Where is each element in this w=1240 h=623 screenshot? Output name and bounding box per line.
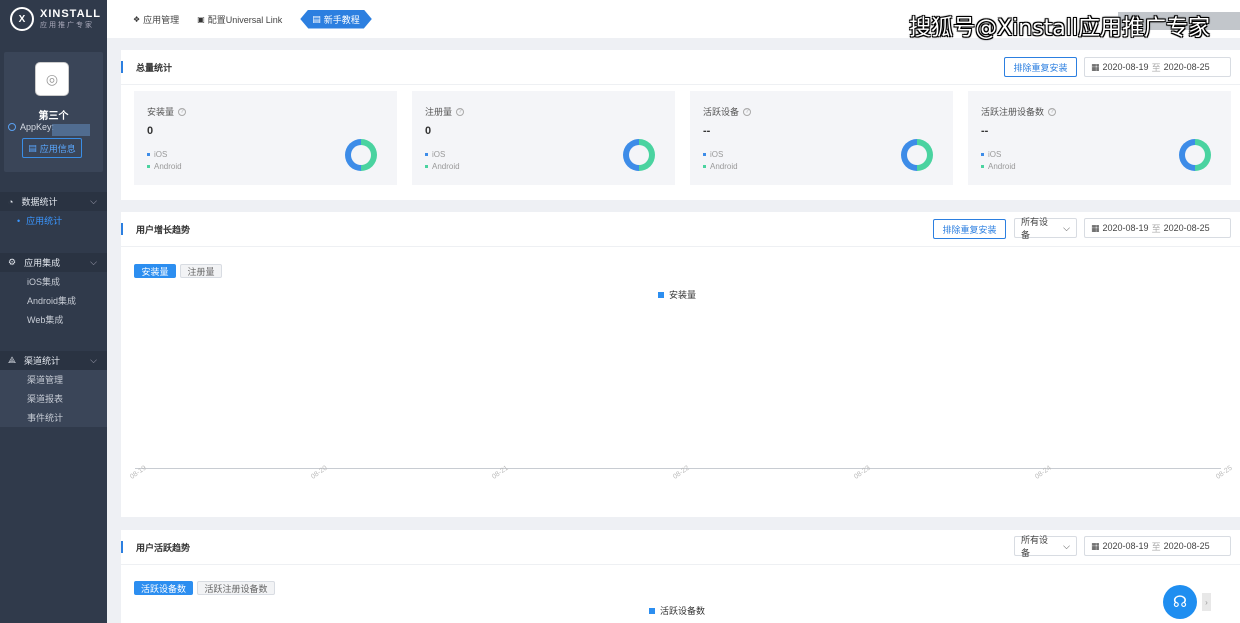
brand-name: XINSTALL [40,8,101,20]
donut-chart [901,139,933,171]
sidebar-item-android[interactable]: Android集成 [0,291,107,310]
chevron-down-icon: ⌵ [1063,540,1070,551]
tab-registrations[interactable]: 注册量 [180,264,222,278]
nav-universal-link[interactable]: ▣ 配置Universal Link [197,13,282,26]
stat-value: 0 [425,125,432,137]
chart-legend[interactable]: 活跃设备数 [649,604,705,617]
watermark: 搜狐号@Xinstall应用推广专家 [909,16,1210,41]
total-stats-panel: 总量统计 排除重复安装 ▦ 2020-08-19 至 2020-08-25 安装… [120,50,1240,200]
pie-chart-icon: ◔ [8,196,14,207]
share-icon: ⟁ [8,355,17,365]
x-tick-label: 08-19 [129,464,148,481]
sidebar-item-event-stats[interactable]: 事件统计 [0,408,107,427]
tab-active-devices[interactable]: 活跃设备数 [134,581,193,595]
tab-active-registered[interactable]: 活跃注册设备数 [197,581,275,595]
headset-icon: ☊ [1172,594,1188,611]
x-axis [135,468,1221,469]
nav-tutorial[interactable]: ▤ 新手教程 [300,10,372,29]
nav-app-manage[interactable]: ❖ 应用管理 [133,13,179,26]
brand-logo[interactable]: X XINSTALL 应用推广专家 [0,0,107,38]
device-select[interactable]: 所有设备 ⌵ [1014,217,1077,240]
stat-card-active-registered: 活跃注册设备数? -- iOS Android [968,91,1231,185]
app-card: ◎ 第三个 AppKey: ▤ 应用信息 [4,52,103,172]
menu-head-channel[interactable]: ⟁ 渠道统计 ⌵ [0,351,107,370]
stat-value: 0 [147,125,154,137]
tab-installs[interactable]: 安装量 [134,264,176,278]
donut-chart [1179,139,1211,171]
customer-service-button[interactable]: ☊ [1163,585,1197,619]
calendar-icon: ▦ [1091,61,1100,72]
exclude-duplicate-button[interactable]: 排除重复安装 [1004,57,1077,77]
menu-group-integration: ⚙ 应用集成 ⌵ iOS集成 Android集成 Web集成 [0,253,107,329]
logo-mark-icon: X [10,7,34,31]
sidebar-item-channel-manage[interactable]: 渠道管理 [0,370,107,389]
stat-card-registrations: 注册量? 0 iOS Android [412,91,675,185]
stat-value: -- [703,125,711,137]
document-icon: ▤ [28,142,37,153]
collapse-handle[interactable]: › [1202,593,1211,611]
donut-chart [623,139,655,171]
help-icon[interactable]: ? [178,107,187,116]
brand-subtitle: 应用推广专家 [40,22,94,29]
exclude-duplicate-button[interactable]: 排除重复安装 [933,219,1006,239]
chevron-down-icon: ⌵ [90,355,97,365]
panel-title: 用户活跃趋势 [120,530,190,564]
date-range-picker[interactable]: ▦ 2020-08-19 至 2020-08-25 [1084,57,1231,77]
device-select[interactable]: 所有设备 ⌵ [1014,535,1077,558]
growth-trend-panel: 用户增长趋势 排除重复安装 所有设备 ⌵ ▦ 2020-08-19 至 2020… [120,212,1240,517]
chevron-down-icon: ⌵ [90,196,97,206]
top-bar: ❖ 应用管理 ▣ 配置Universal Link ▤ 新手教程 搜狐号@Xin… [107,0,1240,41]
info-circle-icon [8,123,16,131]
sidebar-item-ios[interactable]: iOS集成 [0,272,107,291]
menu-group-channel: ⟁ 渠道统计 ⌵ 渠道管理 渠道报表 事件统计 [0,351,107,427]
help-icon[interactable]: ? [456,107,465,116]
donut-chart [345,139,377,171]
gear-icon: ⚙ [8,257,17,267]
sidebar-item-app-stats[interactable]: 应用统计 [0,211,107,230]
date-range-picker[interactable]: ▦ 2020-08-19 至 2020-08-25 [1084,536,1231,556]
appkey-label: AppKey: [20,122,55,132]
chevron-right-icon: › [1205,597,1208,607]
help-icon[interactable]: ? [1048,107,1057,116]
calendar-icon: ▦ [1091,222,1100,233]
menu-group-data-stats: ◔ 数据统计 ⌵ 应用统计 [0,192,107,230]
help-icon[interactable]: ? [743,107,752,116]
sidebar-item-channel-report[interactable]: 渠道报表 [0,389,107,408]
panel-title: 用户增长趋势 [120,212,190,246]
chevron-down-icon: ⌵ [1063,222,1070,233]
app-info-button[interactable]: ▤ 应用信息 [22,138,82,158]
stat-card-installs: 安装量? 0 iOS Android [134,91,397,185]
menu-head-data-stats[interactable]: ◔ 数据统计 ⌵ [0,192,107,211]
calendar-icon: ▦ [1091,540,1100,551]
chevron-down-icon: ⌵ [90,257,97,267]
appkey-value-mask [52,124,90,136]
sidebar-item-web[interactable]: Web集成 [0,310,107,329]
panel-title: 总量统计 [120,50,172,84]
app-name: 第三个 [38,111,69,122]
sidebar: X XINSTALL 应用推广专家 ◎ 第三个 AppKey: ▤ 应用信息 ◔… [0,0,107,623]
stat-value: -- [981,125,989,137]
menu-head-integration[interactable]: ⚙ 应用集成 ⌵ [0,253,107,272]
book-icon: ▤ [312,13,321,24]
app-icon: ◎ [35,62,69,96]
briefcase-icon: ▣ [197,14,205,24]
stat-card-active-devices: 活跃设备? -- iOS Android [690,91,953,185]
appkey: AppKey: [8,122,54,132]
chart-legend[interactable]: 安装量 [658,288,696,301]
cube-icon: ❖ [133,14,141,24]
date-range-picker[interactable]: ▦ 2020-08-19 至 2020-08-25 [1084,218,1231,238]
active-trend-panel: 用户活跃趋势 所有设备 ⌵ ▦ 2020-08-19 至 2020-08-25 … [120,530,1240,623]
